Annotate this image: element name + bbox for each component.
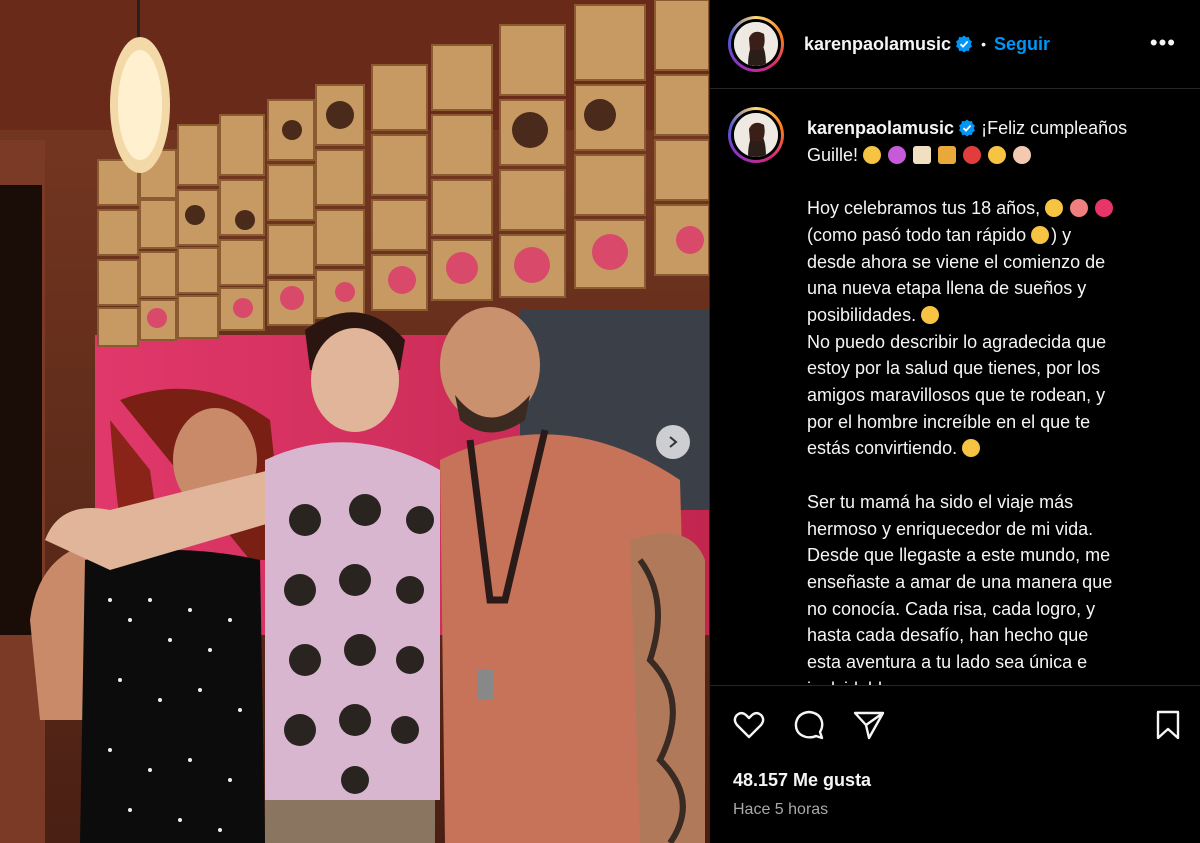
post-image [0,0,709,843]
folded-hands-emoji-icon [1013,145,1032,164]
caption-line: estoy por la salud que tienes, por los [807,358,1101,379]
post-side-panel: karenpaolamusic • Seguir ••• karenpaolam… [710,0,1200,843]
party-popper-emoji-icon [888,145,907,164]
caption-username[interactable]: karenpaolamusic [807,118,954,138]
caption-text: karenpaolamusic ¡Feliz cumpleaños Guille… [807,115,1179,685]
caption-line: no conocía. Cada risa, cada logro, y [807,598,1096,619]
balloon-emoji-icon [963,145,982,164]
pleading-face-emoji-icon [962,439,981,458]
post-timestamp[interactable]: Hace 5 horas [733,801,828,819]
caption-line: ¡Feliz cumpleaños [981,118,1128,138]
caption-line: una nueva etapa llena de sueños y [807,278,1087,299]
caption-line: enseñaste a amar de una manera que [807,571,1113,592]
caption-line: Hoy celebramos tus 18 años, [807,198,1041,219]
caption-line: ) y [1051,224,1072,245]
post-photo[interactable] [0,0,709,843]
verified-badge-icon [959,119,976,137]
caption-line: hasta cada desafío, han hecho que [807,625,1089,646]
heart-icon[interactable] [732,708,766,742]
caption-line: estás convirtiendo. [807,438,958,459]
author-avatar[interactable] [728,16,784,72]
follow-button[interactable]: Seguir [994,34,1050,55]
caption-line: amigos maravillosos que te rodean, y [807,385,1106,406]
caption-line: inolvidable. [807,676,1179,685]
separator-dot: • [981,36,986,52]
next-image-button[interactable] [656,425,690,459]
party-face-emoji-icon [863,145,882,164]
caption-line: por el hombre increíble en el que te [807,411,1091,432]
caption-line: Ser tu mamá ha sido el viaje más [807,491,1074,512]
relieved-face-emoji-icon [921,305,940,324]
caption-line: No puedo describir lo agradecida que [807,331,1107,352]
heart-emoji-icon [1095,199,1114,218]
avatar-photo [734,113,778,157]
bookmark-icon[interactable] [1151,708,1185,742]
caption-author-avatar[interactable] [728,107,784,163]
avatar-image [734,113,778,157]
relieved-face-emoji-icon [988,145,1007,164]
avatar-photo [734,22,778,66]
birthday-cake-emoji-icon [913,145,932,164]
comment-bubble-icon[interactable] [792,708,826,742]
caption-section: karenpaolamusic ¡Feliz cumpleaños Guille… [710,89,1200,685]
caption-line: Guille! [807,144,859,165]
more-options-button[interactable]: ••• [1150,30,1176,56]
post-header: karenpaolamusic • Seguir ••• [710,0,1200,89]
caption-line: posibilidades. [807,304,917,325]
pleading-face-emoji-icon [1031,225,1050,244]
caption-line: esta aventura a tu lado sea única e [807,652,1088,673]
paper-plane-icon[interactable] [852,708,886,742]
caption-line: (como pasó todo tan rápido [807,224,1027,245]
action-bar [710,686,1200,766]
caption-line: Desde que llegaste a este mundo, me [807,545,1111,566]
author-username[interactable]: karenpaolamusic [804,34,951,55]
verified-badge-icon [956,35,973,53]
pleading-face-emoji-icon [1045,199,1064,218]
smiling-face-hearts-emoji-icon [1070,199,1089,218]
chevron-right-icon [669,436,678,448]
gift-emoji-icon [938,145,957,164]
caption-line: desde ahora se viene el comienzo de [807,251,1106,272]
caption-line: hermoso y enriquecedor de mi vida. [807,518,1094,539]
avatar-image [734,22,778,66]
likes-count[interactable]: 48.157 Me gusta [733,770,871,791]
